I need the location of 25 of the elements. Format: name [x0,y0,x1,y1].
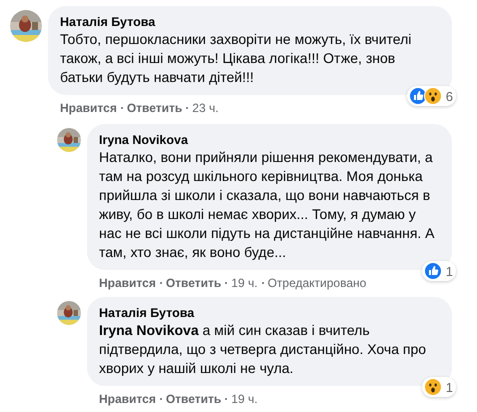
timestamp[interactable]: 23 ч. [192,100,219,116]
reply-link[interactable]: Ответить [166,275,222,291]
surprised-face-icon [424,87,442,105]
reply-link[interactable]: Ответить [126,100,182,116]
comment-text: Iryna Novikova а мій син сказав і вчитель підтвердила, що з четверга дистанційно. Хоча про хворих у нашій школі не чула. [99,321,428,378]
timestamp[interactable]: 19 ч. [231,391,258,407]
reaction-count: 6 [446,88,453,104]
comment-text: Наталко, вони прийняли рішення рекомендувати, а там на розсуд шкільного керівництва. Моя донька прийшла зі школи і сказала, що вони навчаються в живу, бо в школі немає хворих... Тому, я думаю у нас не всі школи підуть на дистанційне навчання. А там, хто знає, як воно буде... [99,148,436,262]
author-name[interactable]: Наталія Бутова [60,14,440,30]
reaction-count: 1 [446,380,453,394]
thumbs-up-icon [424,262,442,280]
reaction-badge[interactable]: 1 [422,261,456,281]
like-link[interactable]: Нравится [60,100,117,116]
reaction-count: 1 [446,264,453,278]
like-link[interactable]: Нравится [99,391,156,407]
reply-link[interactable]: Ответить [166,391,222,407]
timestamp[interactable]: 19 ч. [231,275,258,291]
like-link[interactable]: Нравится [99,275,156,291]
surprised-face-icon [424,378,442,396]
comment-text: Тобто, першокласники захворіти не можуть, їх вчителі також, а всі інші можуть! Цікава логіка!!! Отже, знов батьки будуть навчати дітей!!! [60,30,412,87]
author-name[interactable]: Наталія Бутова [99,305,440,321]
reaction-badge[interactable]: 6 [406,86,456,106]
author-name[interactable]: Iryna Novikova [99,132,440,148]
reaction-badge[interactable]: 1 [422,377,456,397]
edited-label: Отредактировано [268,275,366,291]
